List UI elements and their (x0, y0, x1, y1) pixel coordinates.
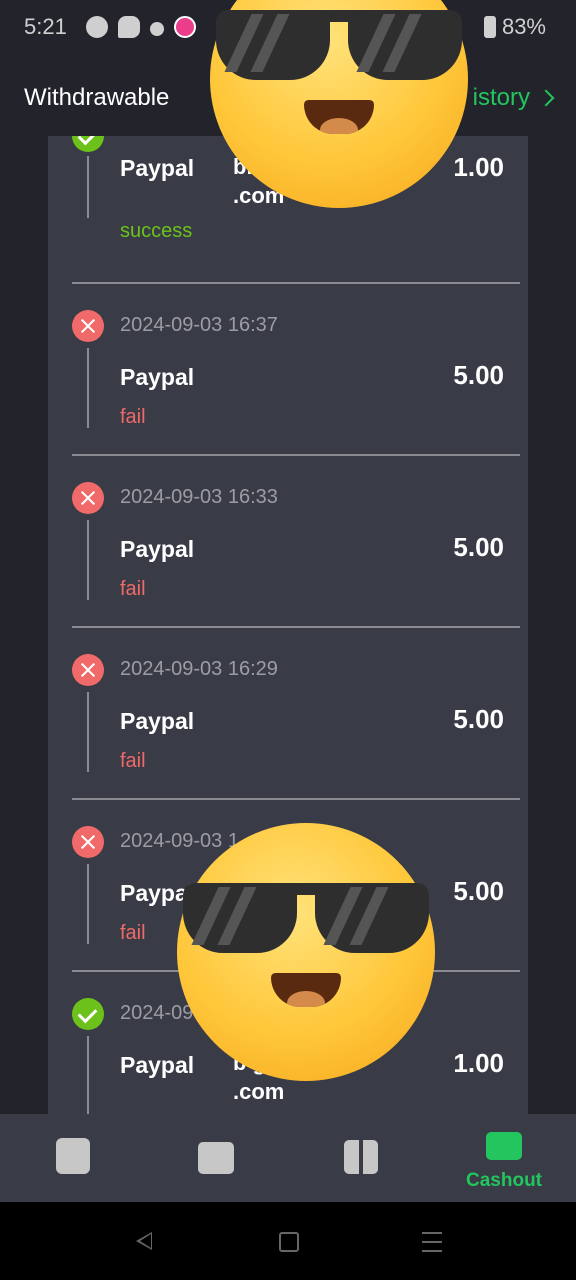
amount: 1.00 (453, 1048, 504, 1078)
amount: 5.00 (453, 704, 504, 734)
chevron-right-icon (537, 89, 555, 107)
record-date: 2024-09-03 16:37 (120, 314, 278, 336)
back-icon[interactable] (136, 1232, 152, 1250)
lazada-icon (174, 16, 196, 38)
fail-cross-icon (72, 826, 104, 858)
status-time: 5:21 (24, 14, 67, 39)
success-check-icon (72, 998, 104, 1030)
nav-inbox[interactable] (144, 1114, 288, 1202)
list-item: 2024-09-03 16:33 Paypal 5.00 fail (72, 482, 520, 632)
success-check-icon (72, 136, 104, 152)
timeline-line (87, 692, 89, 772)
fail-cross-icon (72, 654, 104, 686)
record-date: 2024-09 (120, 1002, 194, 1024)
inbox-icon (198, 1142, 234, 1174)
battery-level: 83% (501, 14, 546, 39)
messenger-icon (86, 16, 108, 38)
timeline-line (87, 520, 89, 600)
sunglasses (210, 10, 468, 80)
record-date: 2024-09-03 16:29 (120, 658, 278, 680)
amount: 5.00 (453, 360, 504, 390)
system-nav-bar (0, 1202, 576, 1280)
result-status: fail (120, 922, 146, 944)
result-status: fail (120, 750, 146, 772)
battery-icon (483, 16, 496, 38)
home-icon[interactable] (279, 1232, 299, 1252)
emoji-mouth (304, 100, 374, 134)
record-date: 2024-09-03 16:33 (120, 486, 278, 508)
payment-method: Paypal (120, 708, 195, 734)
list-item: 2024-09-03 16:37 Paypal 5.00 fail (72, 310, 520, 460)
nav-gift[interactable] (288, 1114, 432, 1202)
history-link[interactable]: istory (472, 84, 555, 112)
withdraw-history-screen: 5:21 83% Withdrawable istory Paypal bl .… (0, 0, 576, 1280)
gift-icon (344, 1140, 378, 1174)
bottom-nav: Cashout (0, 1114, 576, 1202)
fail-cross-icon (72, 482, 104, 514)
history-label: istory (472, 84, 530, 111)
cashout-icon (486, 1132, 522, 1160)
timeline-line (87, 1036, 89, 1116)
amount: 1.00 (453, 152, 504, 182)
nav-cashout[interactable]: Cashout (432, 1114, 576, 1202)
chat-icon (118, 16, 140, 38)
sunglasses-emoji-icon (177, 823, 435, 1081)
timeline-line (87, 348, 89, 428)
record-date: 2024-09-03 1 (120, 830, 239, 852)
nav-label-cashout: Cashout (466, 1170, 542, 1191)
status-right: 83% (483, 14, 546, 40)
account-line-2: .com (233, 1079, 285, 1104)
notification-icon (150, 22, 164, 36)
divider (72, 626, 520, 628)
timeline-line (87, 864, 89, 944)
payment-method: Paypal (120, 1052, 195, 1078)
amount: 5.00 (453, 532, 504, 562)
timeline-line (87, 156, 89, 218)
result-status: success (120, 220, 193, 242)
divider (72, 282, 520, 284)
sunglasses (177, 883, 435, 953)
result-status: fail (120, 578, 146, 600)
divider (72, 798, 520, 800)
divider (72, 454, 520, 456)
nav-wallet[interactable] (0, 1114, 144, 1202)
emoji-mouth (271, 973, 341, 1007)
wallet-icon (56, 1138, 90, 1174)
result-status: fail (120, 406, 146, 428)
notification-icons (86, 16, 196, 38)
payment-method: Paypal (120, 364, 195, 390)
payment-method: Paypal (120, 536, 195, 562)
list-item: 2024-09-03 16:29 Paypal 5.00 fail (72, 654, 520, 804)
menu-icon[interactable] (422, 1232, 442, 1252)
amount: 5.00 (453, 876, 504, 906)
page-title: Withdrawable (24, 84, 170, 111)
payment-method: Paypal (120, 155, 195, 181)
fail-cross-icon (72, 310, 104, 342)
